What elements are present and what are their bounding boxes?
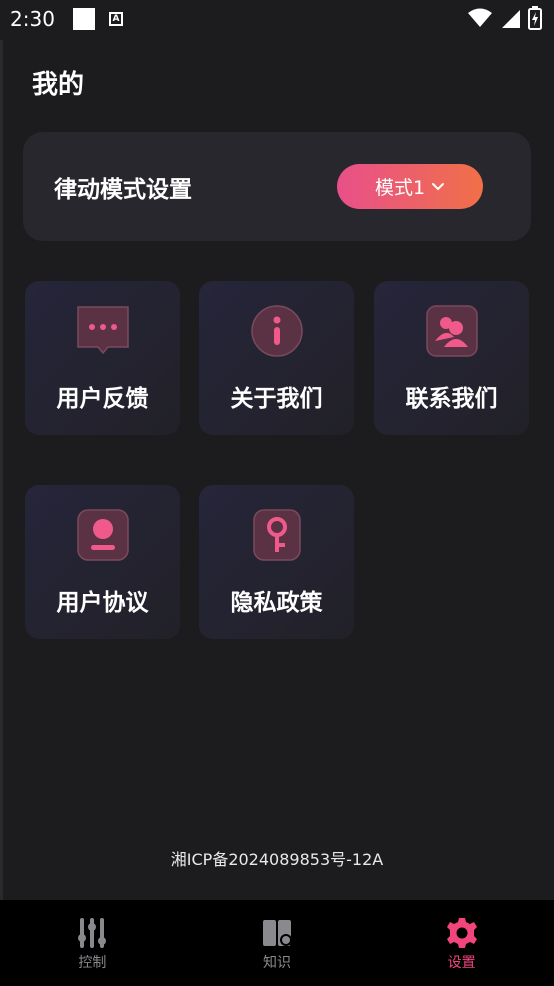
- chevron-down-icon: [432, 182, 445, 190]
- book-icon: [263, 920, 294, 948]
- status-time: 2:30: [10, 7, 55, 31]
- rhythm-mode-card: 律动模式设置 模式1: [23, 132, 531, 241]
- notification-a-icon: A: [108, 12, 123, 26]
- nav-tab-knowledge[interactable]: 知识: [185, 900, 370, 986]
- tile-user-agreement[interactable]: 用户协议: [25, 485, 180, 639]
- info-icon: [250, 305, 303, 357]
- nav-tab-label: 知识: [263, 955, 291, 971]
- tile-contact-us[interactable]: 联系我们: [374, 281, 529, 435]
- tile-about-us[interactable]: 关于我们: [199, 281, 354, 435]
- status-bar: 2:30 A: [0, 0, 554, 38]
- tile-label: 用户协议: [56, 590, 149, 616]
- wifi-icon: [468, 8, 492, 27]
- tile-label: 联系我们: [405, 386, 498, 412]
- chat-bubble-icon: [76, 306, 129, 355]
- nav-tab-control[interactable]: 控制: [0, 900, 185, 986]
- notification-square-icon: [72, 8, 95, 30]
- tile-label: 关于我们: [230, 386, 323, 412]
- tile-label: 用户反馈: [56, 386, 149, 412]
- user-badge-icon: [76, 509, 129, 561]
- status-indicators: [468, 6, 542, 30]
- mode-select-value: 模式1: [374, 177, 426, 199]
- battery-icon: [528, 6, 542, 30]
- tile-user-feedback[interactable]: 用户反馈: [25, 281, 180, 435]
- gear-icon: [446, 918, 477, 948]
- signal-icon: [502, 10, 520, 28]
- bottom-nav: 控制 知识 设置: [0, 900, 554, 986]
- contacts-icon: [425, 305, 478, 357]
- rhythm-mode-label: 律动模式设置: [54, 177, 192, 203]
- tile-privacy-policy[interactable]: 隐私政策: [199, 485, 354, 639]
- nav-tab-label: 控制: [78, 955, 107, 971]
- left-edge-divider: [0, 40, 3, 900]
- key-lock-icon: [252, 509, 301, 561]
- page-title: 我的: [32, 70, 85, 100]
- nav-tab-settings[interactable]: 设置: [369, 900, 554, 986]
- mode-select-dropdown[interactable]: 模式1: [337, 164, 483, 209]
- icp-license-text: 湘ICP备2024089853号-12A: [170, 850, 384, 869]
- tile-label: 隐私政策: [230, 590, 323, 616]
- sliders-icon: [78, 918, 107, 948]
- nav-tab-label: 设置: [447, 955, 476, 971]
